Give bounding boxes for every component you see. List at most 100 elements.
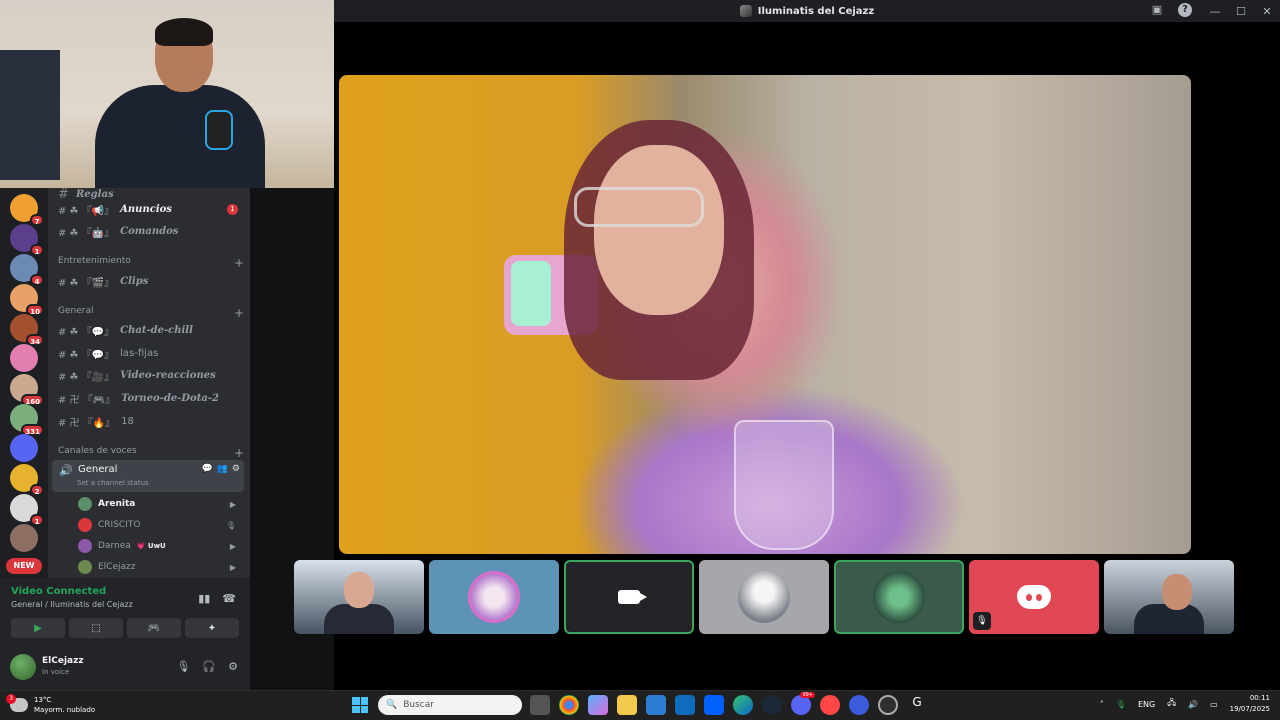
voice-user[interactable]: CRISCITO 🎙 xyxy=(78,515,244,535)
maximize-button[interactable]: ☐ xyxy=(1228,5,1254,18)
inbox-icon[interactable]: ▣ xyxy=(1150,3,1164,17)
activity-button[interactable]: 🎮 xyxy=(127,618,181,638)
discord-taskbar-icon[interactable]: 99+ xyxy=(791,692,815,715)
new-badge[interactable]: NEW xyxy=(6,558,42,574)
voice-user-name: Arenita xyxy=(98,499,136,509)
network-icon[interactable]: 🖧 xyxy=(1167,697,1176,711)
user-settings-gear-icon[interactable]: ⚙ xyxy=(228,660,238,673)
server-icon[interactable] xyxy=(10,344,38,372)
steam-icon[interactable] xyxy=(762,695,782,715)
server-icon[interactable]: 1 xyxy=(10,494,44,526)
dropbox-icon[interactable] xyxy=(704,695,724,715)
server-icon[interactable]: 331 xyxy=(10,404,44,436)
server-icon[interactable] xyxy=(10,434,38,462)
window-title: Iluminatis del Cejazz xyxy=(739,5,874,17)
screen-share-button[interactable]: ⬚ xyxy=(69,618,123,638)
voice-connected-label[interactable]: Video Connected xyxy=(11,586,106,597)
voice-user-name: CRISCITO xyxy=(98,520,141,530)
channel-las-fijas[interactable]: # ☘ 『💬』 las-fijas xyxy=(58,343,244,363)
add-channel-icon[interactable]: + xyxy=(234,256,244,270)
tile-face xyxy=(1162,574,1192,610)
soundboard-button[interactable]: ✦ xyxy=(185,618,239,638)
channel-comandos[interactable]: # ☘ 『🤖』 Comandos xyxy=(58,221,244,241)
set-status-link[interactable]: Set a channel status xyxy=(77,479,149,487)
voice-user-tag: 💗 UwU xyxy=(136,542,166,550)
task-view-icon[interactable] xyxy=(530,695,550,715)
help-icon[interactable]: ? xyxy=(1178,3,1192,17)
channel-anuncios[interactable]: # ☘ 『📢』 Anuncios 1 xyxy=(58,199,244,219)
minimize-button[interactable]: — xyxy=(1202,5,1228,18)
store-icon[interactable] xyxy=(646,695,666,715)
voice-connected-location[interactable]: General / Iluminatis del Cejazz xyxy=(11,600,133,609)
server-icon[interactable] xyxy=(10,524,38,552)
channel-chat-de-chill[interactable]: # ☘ 『💬』 Chat-de-chill xyxy=(58,320,244,340)
noise-suppression-icon[interactable]: ▮▮ xyxy=(198,592,210,605)
invite-icon[interactable]: 👥 xyxy=(217,464,228,474)
server-icon[interactable]: 1 xyxy=(10,224,44,256)
main-video-feed[interactable] xyxy=(339,75,1191,554)
close-button[interactable]: ✕ xyxy=(1254,5,1280,18)
server-icon[interactable]: 10 xyxy=(10,284,44,316)
avatar xyxy=(78,539,92,553)
app-blue-icon[interactable] xyxy=(849,695,869,715)
ea-icon[interactable] xyxy=(820,695,840,715)
category-entretenimiento[interactable]: Entretenimiento + xyxy=(58,256,244,270)
server-icon[interactable]: 4 xyxy=(10,254,44,286)
participant-tile-discord[interactable]: 🎙 xyxy=(969,560,1099,634)
participant-tile-camera-off[interactable] xyxy=(564,560,694,634)
participant-tile-avatar-green[interactable] xyxy=(834,560,964,634)
add-channel-icon[interactable]: + xyxy=(234,306,244,320)
weather-widget[interactable]: 3 13°C Mayorm. nublado xyxy=(6,694,95,715)
username[interactable]: ElCejazz xyxy=(42,656,84,666)
chrome-icon[interactable] xyxy=(559,695,579,715)
voice-channel-general[interactable]: 🔊 General Set a channel status 💬 👥 ⚙ xyxy=(52,460,244,492)
ring-light xyxy=(511,261,551,326)
unread-badge: 1 xyxy=(227,203,238,215)
tray-chevron-up-icon[interactable]: ˄ xyxy=(1100,700,1104,709)
battery-icon[interactable]: ▭ xyxy=(1210,700,1218,709)
voice-user[interactable]: ElCejazz ▶ xyxy=(78,557,244,577)
settings-gear-icon[interactable]: ⚙ xyxy=(232,464,240,474)
camera-button[interactable]: ▶ xyxy=(11,618,65,638)
category-general[interactable]: General + xyxy=(58,306,244,320)
tray-mic-icon[interactable]: 🎙 xyxy=(1116,700,1126,709)
headphones-icon[interactable]: 🎧 xyxy=(202,660,216,673)
category-voces[interactable]: Canales de voces + xyxy=(58,446,244,460)
voice-user[interactable]: Darnea 💗 UwU ▶ xyxy=(78,536,244,556)
start-button[interactable] xyxy=(352,697,368,713)
taskbar-search[interactable]: 🔍 Buscar xyxy=(378,695,522,715)
server-icon[interactable]: 160 xyxy=(10,374,44,406)
avatar[interactable] xyxy=(10,654,36,680)
channel-video-reacciones[interactable]: # ☘ 『🎥』 Video-reacciones xyxy=(58,365,244,385)
participant-tiles: 🎙 xyxy=(294,560,1234,634)
participant-avatar xyxy=(738,571,790,623)
chat-icon[interactable]: 💬 xyxy=(201,464,212,474)
user-actions: 🎙 🎧 ⚙ xyxy=(176,660,238,673)
participant-tile-darnea[interactable] xyxy=(294,560,424,634)
file-explorer-icon[interactable] xyxy=(617,695,637,715)
channel-18[interactable]: # 卍 『🔥』 18 xyxy=(58,411,244,431)
participant-tile-avatar-photo[interactable] xyxy=(699,560,829,634)
language-indicator[interactable]: ENG xyxy=(1138,700,1155,709)
volume-icon[interactable]: 🔊 xyxy=(1188,700,1198,709)
clock[interactable]: 00:11 19/07/2025 xyxy=(1230,693,1270,715)
participant-tile-avatar-anime[interactable] xyxy=(429,560,559,634)
channel-name: Chat-de-chill xyxy=(120,324,193,336)
voice-user[interactable]: Arenita ▶ xyxy=(78,494,244,514)
copilot-icon[interactable] xyxy=(588,695,608,715)
server-icon[interactable]: 34 xyxy=(10,314,44,346)
channel-torneo-dota[interactable]: # 卍 『🎮』 Torneo-de-Dota-2 xyxy=(58,388,244,408)
microphone-icon[interactable]: 🎙 xyxy=(176,660,190,673)
participant-tile-elcejazz[interactable] xyxy=(1104,560,1234,634)
outlook-icon[interactable] xyxy=(675,695,695,715)
server-badge: 2 xyxy=(30,484,44,496)
server-icon[interactable]: 2 xyxy=(10,464,44,496)
obs-icon[interactable] xyxy=(878,695,898,715)
add-channel-icon[interactable]: + xyxy=(234,446,244,460)
window-controls: — ☐ ✕ xyxy=(1202,0,1280,22)
disconnect-icon[interactable]: ☎ xyxy=(222,592,236,605)
channel-clips[interactable]: # ☘ 『🎬』 Clips xyxy=(58,271,244,291)
logitech-icon[interactable]: G xyxy=(907,695,927,715)
server-icon[interactable]: 7 xyxy=(10,194,44,226)
edge-icon[interactable] xyxy=(733,695,753,715)
